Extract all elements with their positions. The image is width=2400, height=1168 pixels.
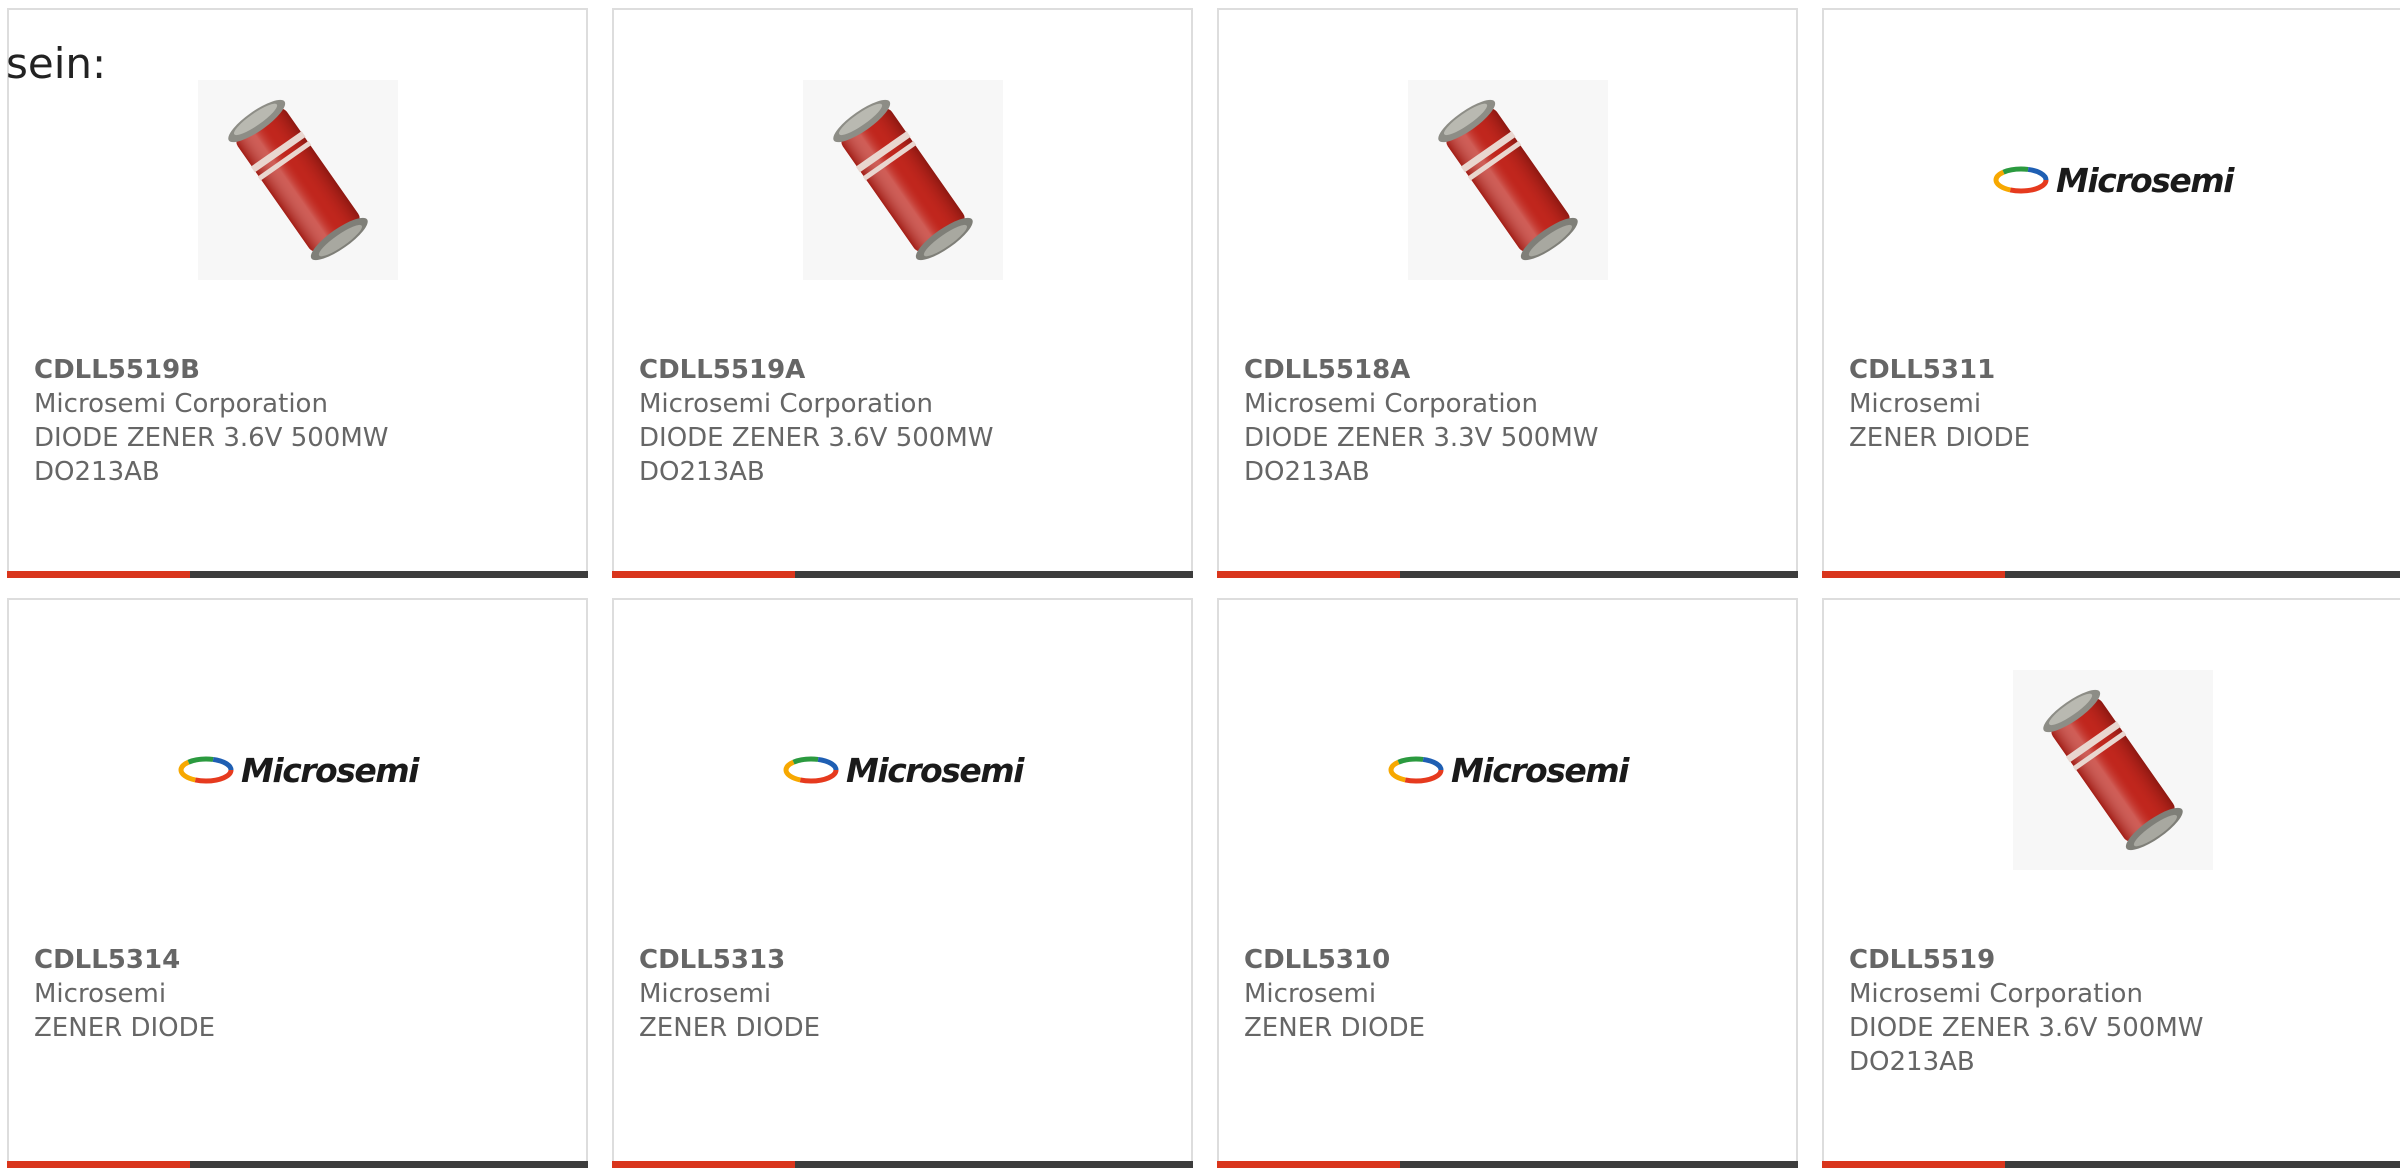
logo-text: Microsemi [846, 750, 1024, 790]
description: DIODE ZENER 3.6V 500MW [639, 423, 994, 453]
description: ZENER DIODE [34, 1013, 216, 1043]
product-card[interactable]: CDLL5519B Microsemi Corporation DIODE ZE… [7, 8, 588, 578]
product-card[interactable]: CDLL5519A Microsemi Corporation DIODE ZE… [612, 8, 1193, 578]
card-accent-bar [7, 571, 588, 578]
description: ZENER DIODE [1244, 1013, 1426, 1043]
card-accent-bar [612, 571, 1193, 578]
diode-icon [2042, 689, 2183, 851]
part-number[interactable]: CDLL5518A [1244, 353, 1598, 387]
microsemi-logo: Microsemi [177, 750, 419, 790]
microsemi-logo: Microsemi [1992, 160, 2234, 200]
product-image [1824, 600, 2400, 940]
card-accent-bar [1217, 1161, 1798, 1168]
microsemi-logo: Microsemi [782, 750, 1024, 790]
diode-icon [227, 99, 368, 261]
product-card[interactable]: Microsemi CDLL5313 Microsemi ZENER DIODE [612, 598, 1193, 1168]
product-info: CDLL5311 Microsemi ZENER DIODE [1849, 353, 2030, 455]
diode-image [802, 80, 1003, 280]
microsemi-logo-icon [178, 756, 234, 784]
product-info: CDLL5313 Microsemi ZENER DIODE [639, 943, 820, 1045]
product-card[interactable]: CDLL5518A Microsemi Corporation DIODE ZE… [1217, 8, 1798, 578]
product-info: CDLL5519 Microsemi Corporation DIODE ZEN… [1849, 943, 2203, 1079]
product-card[interactable]: Microsemi CDLL5311 Microsemi ZENER DIODE [1822, 8, 2400, 578]
product-image [614, 10, 1191, 350]
part-number[interactable]: CDLL5314 [34, 943, 215, 977]
diode-image [197, 80, 398, 280]
diode-icon [832, 99, 973, 261]
product-image: Microsemi [9, 600, 586, 940]
product-card[interactable]: Microsemi CDLL5310 Microsemi ZENER DIODE [1217, 598, 1798, 1168]
manufacturer: Microsemi Corporation [34, 389, 328, 419]
part-number[interactable]: CDLL5311 [1849, 353, 2030, 387]
manufacturer: Microsemi Corporation [1244, 389, 1538, 419]
description: DIODE ZENER 3.6V 500MW [1849, 1013, 2204, 1043]
package: DO213AB [1849, 1047, 1975, 1077]
part-number[interactable]: CDLL5519A [639, 353, 993, 387]
product-image: Microsemi [1219, 600, 1796, 940]
product-info: CDLL5518A Microsemi Corporation DIODE ZE… [1244, 353, 1598, 489]
microsemi-logo-icon [1993, 166, 2049, 194]
package: DO213AB [34, 457, 160, 487]
manufacturer: Microsemi [639, 979, 772, 1009]
part-number[interactable]: CDLL5519B [34, 353, 388, 387]
product-image: Microsemi [614, 600, 1191, 940]
product-grid: CDLL5519B Microsemi Corporation DIODE ZE… [7, 8, 2400, 1168]
microsemi-logo-icon [783, 756, 839, 784]
diode-image [2012, 670, 2213, 870]
description: ZENER DIODE [639, 1013, 821, 1043]
product-card[interactable]: CDLL5519 Microsemi Corporation DIODE ZEN… [1822, 598, 2400, 1168]
microsemi-logo-icon [1388, 756, 1444, 784]
manufacturer: Microsemi [1849, 389, 1982, 419]
product-info: CDLL5519A Microsemi Corporation DIODE ZE… [639, 353, 993, 489]
product-info: CDLL5314 Microsemi ZENER DIODE [34, 943, 215, 1045]
package: DO213AB [639, 457, 765, 487]
microsemi-logo: Microsemi [1387, 750, 1629, 790]
product-image: Microsemi [1824, 10, 2400, 350]
description: DIODE ZENER 3.3V 500MW [1244, 423, 1599, 453]
part-number[interactable]: CDLL5313 [639, 943, 820, 977]
product-info: CDLL5310 Microsemi ZENER DIODE [1244, 943, 1425, 1045]
package: DO213AB [1244, 457, 1370, 487]
diode-image [1407, 80, 1608, 280]
logo-text: Microsemi [2056, 160, 2234, 200]
manufacturer: Microsemi [1244, 979, 1377, 1009]
logo-text: Microsemi [241, 750, 419, 790]
card-accent-bar [1217, 571, 1798, 578]
card-accent-bar [1822, 1161, 2400, 1168]
manufacturer: Microsemi Corporation [1849, 979, 2143, 1009]
product-info: CDLL5519B Microsemi Corporation DIODE ZE… [34, 353, 388, 489]
intro-text: sein: [6, 39, 107, 88]
card-accent-bar [1822, 571, 2400, 578]
product-card[interactable]: Microsemi CDLL5314 Microsemi ZENER DIODE [7, 598, 588, 1168]
part-number[interactable]: CDLL5310 [1244, 943, 1425, 977]
card-accent-bar [7, 1161, 588, 1168]
part-number[interactable]: CDLL5519 [1849, 943, 2203, 977]
description: DIODE ZENER 3.6V 500MW [34, 423, 389, 453]
manufacturer: Microsemi [34, 979, 167, 1009]
logo-text: Microsemi [1451, 750, 1629, 790]
manufacturer: Microsemi Corporation [639, 389, 933, 419]
card-accent-bar [612, 1161, 1193, 1168]
product-image [1219, 10, 1796, 350]
diode-icon [1437, 99, 1578, 261]
description: ZENER DIODE [1849, 423, 2031, 453]
